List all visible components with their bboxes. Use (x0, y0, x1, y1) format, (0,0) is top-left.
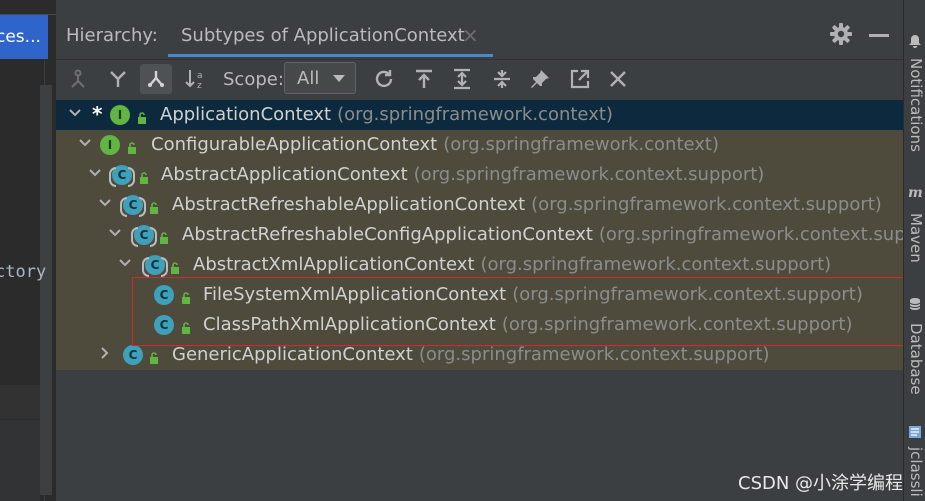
editor-current-line (0, 385, 40, 419)
top-band (56, 0, 903, 16)
supertypes-hierarchy-icon[interactable] (62, 64, 94, 94)
chevron-down-icon[interactable] (68, 106, 82, 120)
tree-row[interactable]: C AbstractRefreshableConfigApplicationCon… (56, 220, 925, 250)
bell-icon (909, 35, 921, 48)
tree-row[interactable]: C AbstractXmlApplicationContext (org.sprin… (56, 250, 903, 280)
package-name: (org.springframework.context) (443, 134, 720, 155)
refresh-icon[interactable] (368, 64, 400, 94)
type-name: AbstractRefreshableConfigApplicationCont… (182, 224, 593, 245)
hierarchy-panel: Hierarchy: Subtypes of ApplicationContex… (56, 15, 925, 501)
database-label: Database (907, 323, 925, 395)
package-name: (org.springframework.context) (337, 104, 613, 125)
base-type-marker: * (92, 102, 103, 126)
public-access-icon (136, 109, 148, 124)
tree-row[interactable]: C AbstractRefreshableApplicationContext (o… (56, 190, 903, 220)
jclasslib-icon (909, 426, 921, 438)
type-name: ConfigurableApplicationContext (151, 134, 438, 155)
tree-item-label: ConfigurableApplicationContext (org.sprin… (151, 134, 719, 155)
package-name: (org.springframework.context.support) (418, 344, 770, 365)
tab-close-icon[interactable]: × (462, 23, 479, 47)
package-name: (org.springframework.context.support) (480, 254, 832, 275)
tab-active-indicator (168, 54, 493, 57)
chevron-down-icon (333, 75, 345, 82)
abstract-class-icon: C (109, 165, 135, 187)
tree-row[interactable]: I ConfigurableApplicationContext (org.spri… (56, 130, 903, 160)
tree-item-label: AbstractApplicationContext (org.springfra… (161, 164, 764, 185)
type-name: GenericApplicationContext (172, 344, 413, 365)
scope-label: Scope: (223, 69, 284, 90)
scope-dropdown[interactable]: All (284, 62, 356, 94)
public-access-icon (138, 169, 150, 184)
chevron-down-icon[interactable] (98, 196, 112, 210)
tree-row[interactable]: C AbstractApplicationContext (org.springfr… (56, 160, 903, 190)
class-icon: C (123, 345, 143, 365)
scope-value: All (297, 68, 320, 89)
tree-item-label: ApplicationContext (org.springframework.c… (160, 104, 613, 125)
interface-icon: I (100, 135, 120, 155)
maven-tab[interactable]: m Maven (904, 185, 925, 270)
panel-header: Hierarchy: Subtypes of ApplicationContex… (56, 15, 903, 60)
annotation-highlight-box (132, 277, 925, 346)
tree-item-label: AbstractXmlApplicationContext (org.spring… (193, 254, 831, 275)
tree-row[interactable]: * I ApplicationContext (org.springframework… (56, 100, 903, 130)
hierarchy-toolbar: az Scope: All (56, 60, 903, 100)
maven-icon: m (908, 185, 923, 201)
abstract-class-icon: C (142, 255, 168, 277)
editor-tab[interactable]: ces... (0, 15, 48, 59)
editor-code-fragment: ctory (0, 262, 47, 282)
abstract-class-icon: C (131, 225, 157, 247)
editor-lower-area (0, 420, 40, 501)
merge-hierarchy-icon[interactable] (102, 64, 134, 94)
tree-item-label: AbstractRefreshableConfigApplicationCont… (182, 224, 925, 245)
tree-item-label: AbstractRefreshableApplicationContext (or… (172, 194, 882, 215)
right-tool-stripe: Notifications m Maven Database jclassli (903, 0, 925, 501)
type-name: AbstractApplicationContext (161, 164, 408, 185)
scroll-to-source-icon[interactable] (408, 64, 440, 94)
gear-icon[interactable] (828, 21, 854, 47)
minimize-icon[interactable] (869, 34, 889, 37)
public-access-icon (126, 139, 138, 154)
public-access-icon (158, 229, 170, 244)
pin-tab-icon[interactable] (524, 64, 556, 94)
notifications-tab[interactable]: Notifications (904, 30, 925, 160)
type-name: ApplicationContext (160, 104, 332, 125)
jclasslib-tab[interactable]: jclassli (904, 423, 925, 501)
chevron-right-icon[interactable] (98, 346, 112, 360)
interface-icon: I (110, 105, 130, 125)
tree-item-label: GenericApplicationContext (org.springfram… (172, 344, 770, 365)
expand-all-icon[interactable] (446, 64, 478, 94)
database-icon (909, 298, 921, 310)
jclasslib-label: jclassli (907, 447, 925, 497)
public-access-icon (148, 349, 160, 364)
export-icon[interactable] (564, 64, 596, 94)
hierarchy-label: Hierarchy: (66, 25, 158, 46)
collapse-all-icon[interactable] (486, 64, 518, 94)
chevron-down-icon[interactable] (88, 166, 102, 180)
database-tab[interactable]: Database (904, 295, 925, 400)
package-name: (org.springframework.context.support) (413, 164, 765, 185)
subtypes-hierarchy-icon[interactable] (140, 64, 172, 94)
editor-scrollbar[interactable] (40, 85, 52, 495)
maven-label: Maven (907, 213, 925, 263)
type-name: AbstractXmlApplicationContext (193, 254, 475, 275)
abstract-class-icon: C (120, 195, 146, 217)
sort-alphabetically-icon[interactable]: az (180, 64, 212, 94)
svg-text:a: a (197, 71, 203, 81)
notifications-label: Notifications (907, 58, 925, 152)
chevron-down-icon[interactable] (78, 136, 92, 150)
package-name: (org.springframework.context.suppo (598, 224, 925, 245)
tab-subtypes-title[interactable]: Subtypes of ApplicationContext (181, 25, 465, 46)
svg-text:z: z (197, 81, 202, 90)
watermark-text: CSDN @小涂学编程 (738, 473, 904, 494)
type-name: AbstractRefreshableApplicationContext (172, 194, 526, 215)
chevron-down-icon[interactable] (108, 226, 122, 240)
chevron-down-icon[interactable] (118, 256, 132, 270)
close-icon[interactable] (602, 64, 634, 94)
editor-tab-label: ces... (0, 27, 41, 47)
package-name: (org.springframework.context.support) (531, 194, 882, 215)
public-access-icon (169, 259, 181, 274)
public-access-icon (148, 199, 160, 214)
